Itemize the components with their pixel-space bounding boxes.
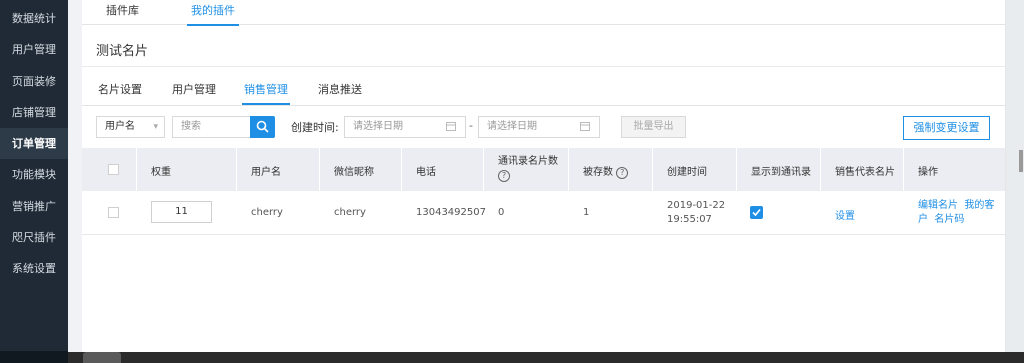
select-all-checkbox[interactable] [108,164,119,175]
show-in-address-book-checkbox[interactable] [750,206,763,219]
sub-tabs: 名片设置 用户管理 销售管理 消息推送 [82,75,1005,106]
row-checkbox[interactable] [108,207,119,218]
saved-value: 1 [583,207,590,218]
header-address-count-text: 通讯录名片数 [498,156,558,167]
search-button[interactable] [250,116,275,138]
force-change-settings-button[interactable]: 强制变更设置 [903,116,990,140]
header-created-label: 创建时间 [667,167,707,178]
header-phone: 电话 [402,148,484,191]
batch-export-button[interactable]: 批量导出 [621,116,686,138]
sidebar-item-feature-modules[interactable]: 功能模块 [0,159,68,190]
weight-input[interactable]: 11 [151,201,212,223]
taskbar-item [83,352,121,363]
tab-sales-management[interactable]: 销售管理 [242,81,290,105]
header-show-in-addr: 显示到通讯录 [737,148,821,191]
table-row: 11 cherry cherry 13043492507 0 1 2019-01… [82,191,1005,235]
header-select-cell [82,148,137,191]
sidebar-footer [0,351,68,363]
header-ops-label: 操作 [918,167,938,178]
header-saved: 被存数 ? [569,148,653,191]
header-show-in-addr-label: 显示到通讯录 [751,167,811,178]
tab-card-settings[interactable]: 名片设置 [96,81,144,103]
edit-card-link[interactable]: 编辑名片 [918,200,958,211]
header-saved-label: 被存数 ? [583,163,629,179]
help-icon[interactable]: ? [616,167,629,179]
card-qrcode-link[interactable]: 名片码 [934,214,964,225]
sidebar: 数据统计 用户管理 页面装修 店铺管理 订单管理 功能模块 营销推广 咫尺插件 … [0,0,68,363]
cell-wechat: cherry [320,191,402,234]
header-ops: 操作 [904,148,1005,191]
cell-sales-card: 设置 [821,191,904,234]
cell-username: cherry [237,191,320,234]
taskbar-strip [68,352,1024,363]
header-phone-label: 电话 [416,167,436,178]
header-weight-label: 权重 [151,167,171,178]
header-sales-card-label: 销售代表名片 [835,167,895,178]
header-saved-text: 被存数 [583,167,613,178]
calendar-icon [446,122,456,131]
main-panel: 插件库 我的插件 测试名片 名片设置 用户管理 销售管理 消息推送 用户名 ▾ … [82,0,1006,352]
date-start-placeholder: 请选择日期 [353,121,403,132]
cell-created: 2019-01-22 19:55:07 [653,191,737,234]
cell-ops: 编辑名片 我的客 户 名片码 [904,191,1005,234]
created-date: 2019-01-22 [667,200,726,211]
sidebar-item-user-management[interactable]: 用户管理 [0,34,68,65]
address-count-value: 0 [498,207,505,218]
tab-message-push[interactable]: 消息推送 [316,81,364,103]
sidebar-item-page-decoration[interactable]: 页面装修 [0,66,68,97]
header-username-label: 用户名 [251,167,281,178]
date-range-dash: - [469,119,473,132]
created-value: 2019-01-22 19:55:07 [667,199,725,227]
header-weight: 权重 [137,148,237,191]
wechat-value: cherry [334,207,366,218]
date-end-placeholder: 请选择日期 [487,121,537,132]
scrollbar-thumb[interactable] [1019,150,1023,172]
header-wechat: 微信昵称 [320,148,402,191]
my-customers-link-cont[interactable]: 户 [918,214,928,225]
header-created: 创建时间 [653,148,737,191]
date-start-input[interactable]: 请选择日期 [344,116,466,138]
page-scrollbar[interactable] [1006,0,1024,363]
sidebar-item-plugins[interactable]: 咫尺插件 [0,222,68,253]
tab-my-plugins[interactable]: 我的插件 [187,2,239,26]
header-address-count: 通讯录名片数? [484,148,569,191]
header-wechat-label: 微信昵称 [334,167,374,178]
phone-value: 13043492507 [416,207,486,218]
sidebar-item-data-stats[interactable]: 数据统计 [0,3,68,34]
search-input[interactable]: 搜索 [172,116,252,138]
chevron-down-icon: ▾ [153,122,158,132]
select-value: 用户名 [105,121,135,132]
cell-address-count: 0 [484,191,569,234]
header-address-count-label: 通讯录名片数? [498,155,558,183]
search-field-select[interactable]: 用户名 ▾ [96,116,165,138]
sidebar-item-order-management[interactable]: 订单管理 [0,128,68,160]
check-icon [752,208,761,217]
top-tabs: 插件库 我的插件 [82,0,1005,26]
tab-user-management[interactable]: 用户管理 [170,81,218,103]
help-icon[interactable]: ? [498,170,510,182]
cell-phone: 13043492507 [402,191,486,234]
ops-links: 编辑名片 我的客 户 名片码 [918,199,994,227]
sales-card-settings-link[interactable]: 设置 [835,207,855,222]
table-header: 权重 用户名 微信昵称 电话 通讯录名片数? 被存数 ? 创建时间 显示到通讯录… [82,148,1005,191]
date-end-input[interactable]: 请选择日期 [478,116,600,138]
calendar-icon [580,122,590,131]
created-time-label: 创建时间: [291,121,339,134]
username-value: cherry [251,207,283,218]
divider [82,66,1005,67]
header-username: 用户名 [237,148,320,191]
sidebar-item-system-settings[interactable]: 系统设置 [0,253,68,284]
tab-plugin-library[interactable]: 插件库 [102,2,143,24]
page-title: 测试名片 [96,44,149,59]
sidebar-item-store-management[interactable]: 店铺管理 [0,97,68,128]
created-time: 19:55:07 [667,214,712,225]
header-sales-card: 销售代表名片 [821,148,904,191]
search-icon [256,120,269,133]
sidebar-item-marketing[interactable]: 营销推广 [0,191,68,222]
my-customers-link[interactable]: 我的客 [964,200,994,211]
cell-saved: 1 [569,191,653,234]
